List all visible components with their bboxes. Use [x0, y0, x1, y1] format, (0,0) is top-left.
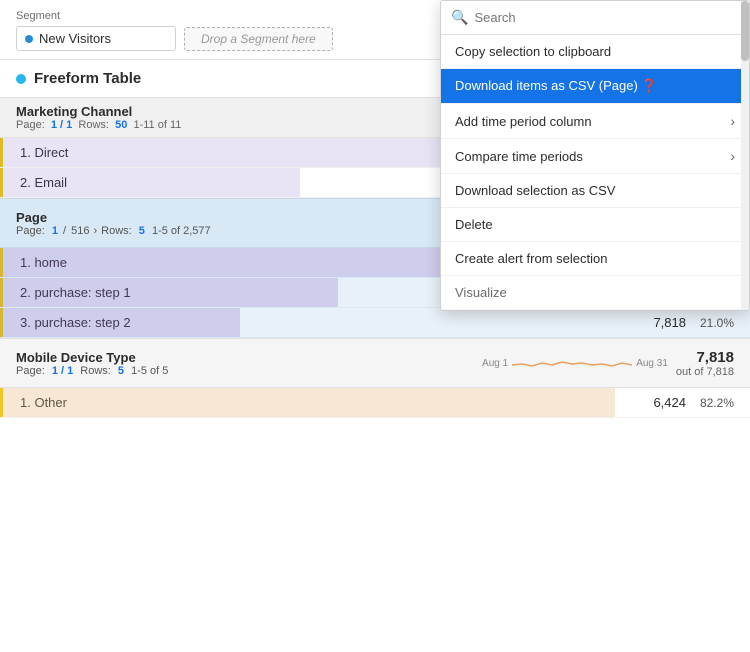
- mc-meta: Page: 1 / 1 Rows: 50 1-11 of 11: [16, 119, 181, 131]
- mc-bar-2: [0, 168, 300, 197]
- mobile-bar-1: [0, 388, 615, 417]
- dropdown-item-create-alert[interactable]: Create alert from selection: [441, 242, 749, 276]
- mobile-header-row: Mobile Device Type Page: 1 / 1 Rows: 5 1…: [0, 338, 750, 388]
- mobile-row-1-pct: 82.2%: [694, 396, 734, 410]
- page-rows-num[interactable]: 5: [139, 225, 145, 237]
- dropdown-menu: 🔍 Copy selection to clipboard Download i…: [440, 0, 750, 311]
- main-content: Segment New Visitors Drop a Segment here…: [0, 0, 750, 652]
- mobile-total-out: out of 7,818: [676, 366, 734, 378]
- segment-drop-text: Drop a Segment here: [201, 32, 316, 46]
- dropdown-download-csv-page-label: Download items as CSV (Page) ❓: [455, 78, 658, 94]
- mc-page-label: Page:: [16, 119, 45, 131]
- page-range: 1-5 of 2,577: [152, 225, 211, 237]
- page-bar-3: [0, 308, 240, 337]
- dropdown-compare-label: Compare time periods: [455, 149, 583, 164]
- freeform-dot: [16, 74, 26, 84]
- segment-tag-label: New Visitors: [39, 31, 111, 46]
- mobile-meta: Page: 1 / 1 Rows: 5 1-5 of 5: [16, 365, 168, 377]
- mobile-total-count: 7,818: [676, 349, 734, 366]
- dropdown-copy-label: Copy selection to clipboard: [455, 44, 611, 59]
- mobile-title: Mobile Device Type: [16, 350, 168, 365]
- dropdown-visualize-label: Visualize: [455, 285, 507, 300]
- mobile-header-right: Aug 1 Aug 31 7,818 out of 7,818: [482, 345, 734, 381]
- dropdown-search-container[interactable]: 🔍: [441, 1, 749, 35]
- page-row-3-pct: 21.0%: [694, 316, 734, 330]
- page-title: Page: [16, 210, 211, 225]
- mobile-page-num[interactable]: 1 / 1: [52, 365, 73, 377]
- dropdown-add-time-label: Add time period column: [455, 114, 592, 129]
- dropdown-item-compare[interactable]: Compare time periods ›: [441, 139, 749, 174]
- segment-drop-zone[interactable]: Drop a Segment here: [184, 27, 333, 51]
- segment-tag[interactable]: New Visitors: [16, 26, 176, 51]
- mc-title: Marketing Channel: [16, 104, 181, 119]
- mc-rows-num[interactable]: 50: [115, 119, 127, 131]
- mc-page-num[interactable]: 1 / 1: [51, 119, 72, 131]
- dropdown-delete-label: Delete: [455, 217, 493, 232]
- freeform-title: Freeform Table: [34, 70, 141, 87]
- page-label: Page:: [16, 225, 45, 237]
- page-num[interactable]: 1: [52, 225, 58, 237]
- dropdown-item-download-csv-page[interactable]: Download items as CSV (Page) ❓: [441, 69, 749, 104]
- dropdown-item-add-time[interactable]: Add time period column ›: [441, 104, 749, 139]
- segment-dot: [25, 35, 33, 43]
- page-slash: /: [60, 225, 69, 237]
- mobile-chart-end: Aug 31: [636, 358, 668, 369]
- page-meta: Page: 1 / 516 › Rows: 5 1-5 of 2,577: [16, 225, 211, 237]
- mc-range: 1-11 of 11: [133, 119, 181, 131]
- mobile-chart-start: Aug 1: [482, 358, 508, 369]
- mobile-chart-area: Aug 1 Aug 31: [482, 345, 668, 381]
- page-row-3[interactable]: 3. purchase: step 2 7,818 21.0%: [0, 308, 750, 338]
- page-bar-2: [0, 278, 338, 307]
- mobile-rows-num[interactable]: 5: [118, 365, 124, 377]
- search-icon: 🔍: [451, 9, 468, 26]
- mobile-range: 1-5 of 5: [131, 365, 168, 377]
- mobile-row-1-count: 6,424: [636, 395, 686, 410]
- dropdown-item-visualize[interactable]: Visualize: [441, 276, 749, 310]
- dropdown-item-delete[interactable]: Delete: [441, 208, 749, 242]
- mobile-header-left: Mobile Device Type Page: 1 / 1 Rows: 5 1…: [16, 350, 168, 377]
- search-input[interactable]: [474, 10, 739, 25]
- page-total: 516: [71, 225, 89, 237]
- mobile-rows-label: Rows:: [80, 365, 111, 377]
- mobile-page-label: Page:: [16, 365, 45, 377]
- mobile-row-1-nums: 6,424 82.2%: [636, 395, 734, 410]
- page-rows-label: Rows:: [101, 225, 132, 237]
- scrollbar-track[interactable]: [741, 1, 749, 310]
- page-header-left: Page Page: 1 / 516 › Rows: 5 1-5 of 2,57…: [16, 210, 211, 237]
- mobile-row-1[interactable]: 1. Other 6,424 82.2%: [0, 388, 750, 418]
- chevron-right-icon-2: ›: [730, 148, 735, 164]
- chevron-right-icon: ›: [730, 113, 735, 129]
- scrollbar-thumb[interactable]: [741, 1, 749, 61]
- page-chevron: ›: [93, 225, 97, 237]
- mobile-section: Mobile Device Type Page: 1 / 1 Rows: 5 1…: [0, 338, 750, 418]
- page-row-3-count: 7,818: [636, 315, 686, 330]
- page-row-3-nums: 7,818 21.0%: [636, 315, 734, 330]
- dropdown-download-sel-label: Download selection as CSV: [455, 183, 615, 198]
- mobile-count-block: 7,818 out of 7,818: [676, 349, 734, 378]
- mc-rows-label: Rows:: [78, 119, 109, 131]
- dropdown-item-copy[interactable]: Copy selection to clipboard: [441, 35, 749, 69]
- mobile-mini-chart: [512, 345, 632, 381]
- dropdown-item-download-sel[interactable]: Download selection as CSV: [441, 174, 749, 208]
- dropdown-create-alert-label: Create alert from selection: [455, 251, 607, 266]
